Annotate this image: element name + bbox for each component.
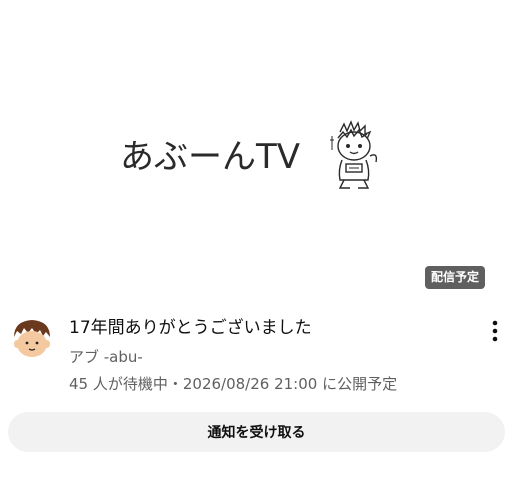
more-options-button[interactable] xyxy=(484,318,506,344)
channel-logo-art: あぶーんTV xyxy=(120,120,378,189)
video-thumbnail[interactable]: あぶーんTV 配信予定 xyxy=(0,0,521,296)
channel-name[interactable]: アブ -abu- xyxy=(69,346,143,368)
more-vert-icon xyxy=(492,320,498,342)
avatar-face-icon xyxy=(8,315,56,363)
mascot-illustration xyxy=(330,120,378,189)
scheduled-badge: 配信予定 xyxy=(425,266,486,289)
logo-text: あぶーんTV xyxy=(120,137,300,177)
notify-button[interactable]: 通知を受け取る xyxy=(8,412,505,452)
video-title[interactable]: 17年間ありがとうございました xyxy=(69,316,312,340)
video-meta: 45 人が待機中・2026/08/26 21:00 に公開予定 xyxy=(69,375,398,393)
channel-avatar[interactable] xyxy=(8,315,56,363)
